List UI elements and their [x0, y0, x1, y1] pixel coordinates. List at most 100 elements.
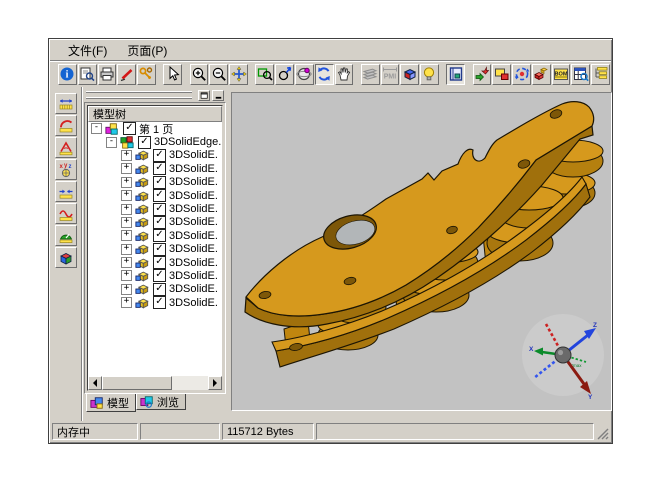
tab-model[interactable]: 模型	[86, 394, 136, 412]
info-icon: i	[59, 66, 75, 82]
measure-measure-radius-button[interactable]	[55, 115, 77, 136]
scrollbar-thumb[interactable]	[102, 376, 172, 390]
resize-grip[interactable]	[596, 423, 609, 440]
toolbar-animate-rotate-button[interactable]	[512, 64, 531, 85]
toolbar-zoom-in-button[interactable]	[190, 64, 209, 85]
checkbox-checked[interactable]: ✓	[153, 229, 166, 242]
toolbar-structure-button[interactable]	[591, 64, 610, 85]
toolbar-bom-button[interactable]: BOM	[552, 64, 571, 85]
toolbar-model-tree-panel-button[interactable]	[446, 64, 465, 85]
status-bytes: 115712 Bytes	[222, 423, 314, 440]
svg-text:i: i	[66, 70, 69, 81]
tree-item-part-2[interactable]: +✓3DSolidE.	[88, 162, 222, 175]
measure-measure-width-button[interactable]	[55, 93, 77, 114]
main-area: xyz 模型树 -✓第 1 页-✓3DSolidEdge.+✓3DSolidE.…	[50, 87, 611, 421]
cube-icon	[402, 66, 418, 82]
tree-item-part-11[interactable]: +✓3DSolidE.	[88, 283, 222, 296]
measure-measure-angle-button[interactable]	[55, 137, 77, 158]
expander-plus-icon[interactable]: +	[121, 270, 132, 281]
checkbox-checked[interactable]: ✓	[153, 283, 166, 296]
checkbox-checked[interactable]: ✓	[153, 216, 166, 229]
tree-item-assembly[interactable]: -✓3DSolidEdge.	[88, 135, 222, 148]
tab-browse[interactable]: 浏览	[136, 394, 186, 410]
horizontal-scrollbar[interactable]	[88, 376, 222, 390]
menu-file[interactable]: 文件(F)	[60, 40, 115, 61]
expander-plus-icon[interactable]: +	[121, 244, 132, 255]
toolbar-print-preview-button[interactable]	[78, 64, 97, 85]
tree-box: 模型树 -✓第 1 页-✓3DSolidEdge.+✓3DSolidE.+✓3D…	[84, 102, 226, 394]
checkbox-checked[interactable]: ✓	[153, 189, 166, 202]
checkbox-checked[interactable]: ✓	[153, 149, 166, 162]
tree-item-part-5[interactable]: +✓3DSolidE.	[88, 202, 222, 215]
toolbar-zoom-fit-button[interactable]	[229, 64, 248, 85]
pmi-icon: PMI	[382, 66, 398, 82]
toolbar-zoom-out-button[interactable]	[209, 64, 228, 85]
expander-plus-icon[interactable]: +	[121, 190, 132, 201]
tree-item-part-10[interactable]: + ✓3DSolidE.	[88, 269, 222, 282]
checkbox-checked[interactable]: ✓	[123, 122, 136, 135]
toolbar-view-cube-button[interactable]	[400, 64, 419, 85]
tree-item-part-7[interactable]: +✓3DSolidE.	[88, 229, 222, 242]
tree-item-part-4[interactable]: +✓3DSolidE.	[88, 189, 222, 202]
checkbox-checked[interactable]: ✓	[153, 162, 166, 175]
toolbar-permissions-button[interactable]	[137, 64, 156, 85]
measure-xyz-icon: xyz	[58, 162, 74, 178]
cursor-arrow-icon	[165, 66, 181, 82]
toolbar-refresh-button[interactable]	[315, 64, 334, 85]
checkbox-checked[interactable]: ✓	[153, 243, 166, 256]
panel-gripper[interactable]	[86, 90, 224, 100]
measure-measure-volume-button[interactable]	[55, 247, 77, 268]
tree-item-part-12[interactable]: +✓3DSolidE.	[88, 296, 222, 309]
tree-item-part-9[interactable]: +✓3DSolidE.	[88, 256, 222, 269]
measure-measure-gauge-button[interactable]	[55, 225, 77, 246]
expander-plus-icon[interactable]: +	[121, 163, 132, 174]
expander-plus-icon[interactable]: +	[121, 150, 132, 161]
part-cube-icon	[135, 162, 151, 176]
toolbar-find-button[interactable]	[571, 64, 590, 85]
tree-item-page[interactable]: -✓第 1 页	[88, 122, 222, 135]
scroll-left-button[interactable]	[88, 376, 102, 390]
expander-plus-icon[interactable]: +	[121, 217, 132, 228]
expander-plus-icon[interactable]: +	[121, 204, 132, 215]
scroll-right-button[interactable]	[208, 376, 222, 390]
panel-hide-button[interactable]	[212, 90, 224, 101]
panel-float-button[interactable]	[198, 90, 210, 101]
expander-plus-icon[interactable]: +	[121, 297, 132, 308]
checkbox-checked[interactable]: ✓	[153, 203, 166, 216]
measure-measure-coordinate-button[interactable]: xyz	[55, 159, 77, 180]
scrollbar-track[interactable]	[172, 376, 208, 390]
checkbox-checked[interactable]: ✓	[153, 269, 166, 282]
toolbar-info-button[interactable]: i	[58, 64, 77, 85]
magnifier-rect-icon	[257, 66, 273, 82]
measure-measure-curve-button[interactable]	[55, 203, 77, 224]
menu-page[interactable]: 页面(P)	[119, 40, 175, 61]
viewport-3d[interactable]: Ymax Z X Y	[231, 92, 612, 411]
checkbox-checked[interactable]: ✓	[153, 256, 166, 269]
toolbar-zoom-dynamic-button[interactable]	[275, 64, 294, 85]
tree-item-part-3[interactable]: +✓3DSolidE.	[88, 176, 222, 189]
checkbox-checked[interactable]: ✓	[153, 296, 166, 309]
expander-plus-icon[interactable]: +	[121, 284, 132, 295]
expander-plus-icon[interactable]: +	[121, 177, 132, 188]
expander-plus-icon[interactable]: +	[121, 257, 132, 268]
tree-item-part-6[interactable]: +✓3DSolidE.	[88, 216, 222, 229]
toolbar-markup-button[interactable]	[117, 64, 136, 85]
toolbar-select-button[interactable]	[163, 64, 182, 85]
tree-item-part-8[interactable]: +✓3DSolidE.	[88, 243, 222, 256]
toolbar-move-parts-button[interactable]	[473, 64, 492, 85]
checkbox-checked[interactable]: ✓	[153, 176, 166, 189]
toolbar-lighting-button[interactable]	[420, 64, 439, 85]
toolbar-print-button[interactable]	[98, 64, 117, 85]
expander-minus-icon[interactable]: -	[91, 123, 102, 134]
toolbar-orbit-button[interactable]	[295, 64, 314, 85]
tree-item-part-1[interactable]: +✓3DSolidE.	[88, 149, 222, 162]
tree-item-label: 3DSolidE.	[169, 270, 218, 282]
toolbar-snapshot-button[interactable]	[492, 64, 511, 85]
expander-minus-icon[interactable]: -	[106, 137, 117, 148]
toolbar-pan-button[interactable]	[335, 64, 354, 85]
toolbar-explode-button[interactable]	[532, 64, 551, 85]
checkbox-checked[interactable]: ✓	[138, 136, 151, 149]
toolbar-zoom-window-button[interactable]	[255, 64, 274, 85]
measure-measure-distance-button[interactable]	[55, 181, 77, 202]
expander-plus-icon[interactable]: +	[121, 230, 132, 241]
